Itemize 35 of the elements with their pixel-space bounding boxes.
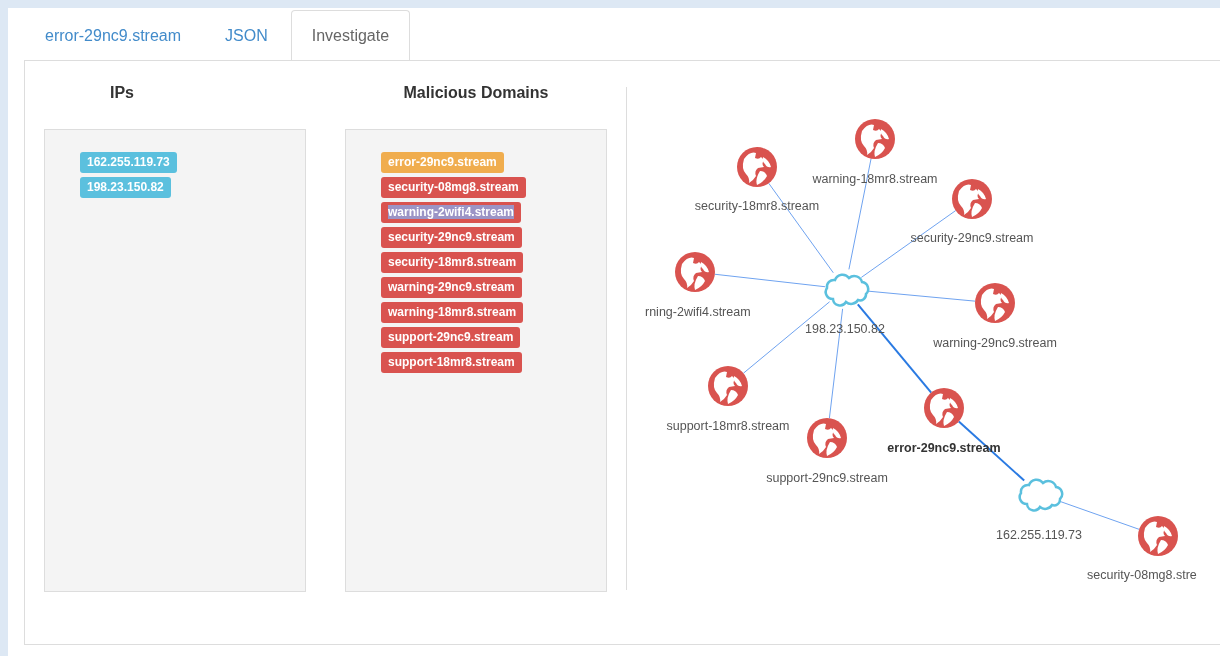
globe-icon[interactable]	[855, 119, 895, 159]
domain-label[interactable]: support-29nc9.stream	[381, 327, 521, 348]
column-heading: IPs	[109, 83, 135, 103]
domain-label[interactable]: warning-2wifi4.stream	[381, 202, 522, 223]
ip-label[interactable]: 162.255.119.73	[80, 152, 177, 173]
column-heading: Malicious Domains	[402, 83, 550, 103]
node-label: warning-29nc9.stream	[933, 336, 1057, 350]
globe-icon[interactable]	[952, 179, 992, 219]
tab[interactable]: error-29nc9.stream	[24, 10, 203, 60]
tab[interactable]: JSON	[204, 10, 289, 60]
node-label: security-29nc9.stream	[910, 231, 1034, 245]
domain-label[interactable]: security-08mg8.stream	[381, 177, 526, 198]
globe-icon[interactable]	[924, 388, 964, 428]
globe-icon[interactable]	[708, 366, 748, 406]
cloud-icon[interactable]	[1018, 478, 1064, 512]
domain-label[interactable]: warning-29nc9.stream	[381, 277, 522, 298]
node-label: security-18mr8.stream	[694, 199, 820, 213]
globe-icon[interactable]	[975, 283, 1015, 323]
node-label: security-08mg8.stre	[1087, 568, 1197, 582]
domain-label[interactable]: security-18mr8.stream	[381, 252, 524, 273]
node-label: 162.255.119.73	[996, 528, 1082, 542]
tab[interactable]: Investigate	[290, 10, 411, 61]
ip-label[interactable]: 198.23.150.82	[80, 177, 171, 198]
globe-icon[interactable]	[1138, 516, 1178, 556]
domain-label[interactable]: support-18mr8.stream	[381, 352, 522, 373]
node-label: rning-2wifi4.stream	[645, 305, 751, 319]
domain-label[interactable]: warning-18mr8.stream	[381, 302, 524, 323]
globe-icon[interactable]	[807, 418, 847, 458]
globe-icon[interactable]	[737, 147, 777, 187]
cloud-icon[interactable]	[824, 273, 870, 307]
node-label: support-18mr8.stream	[666, 419, 790, 433]
node-label: support-29nc9.stream	[766, 471, 888, 485]
node-label: warning-18mr8.stream	[812, 172, 938, 186]
globe-icon[interactable]	[675, 252, 715, 292]
domain-label[interactable]: security-29nc9.stream	[381, 227, 522, 248]
